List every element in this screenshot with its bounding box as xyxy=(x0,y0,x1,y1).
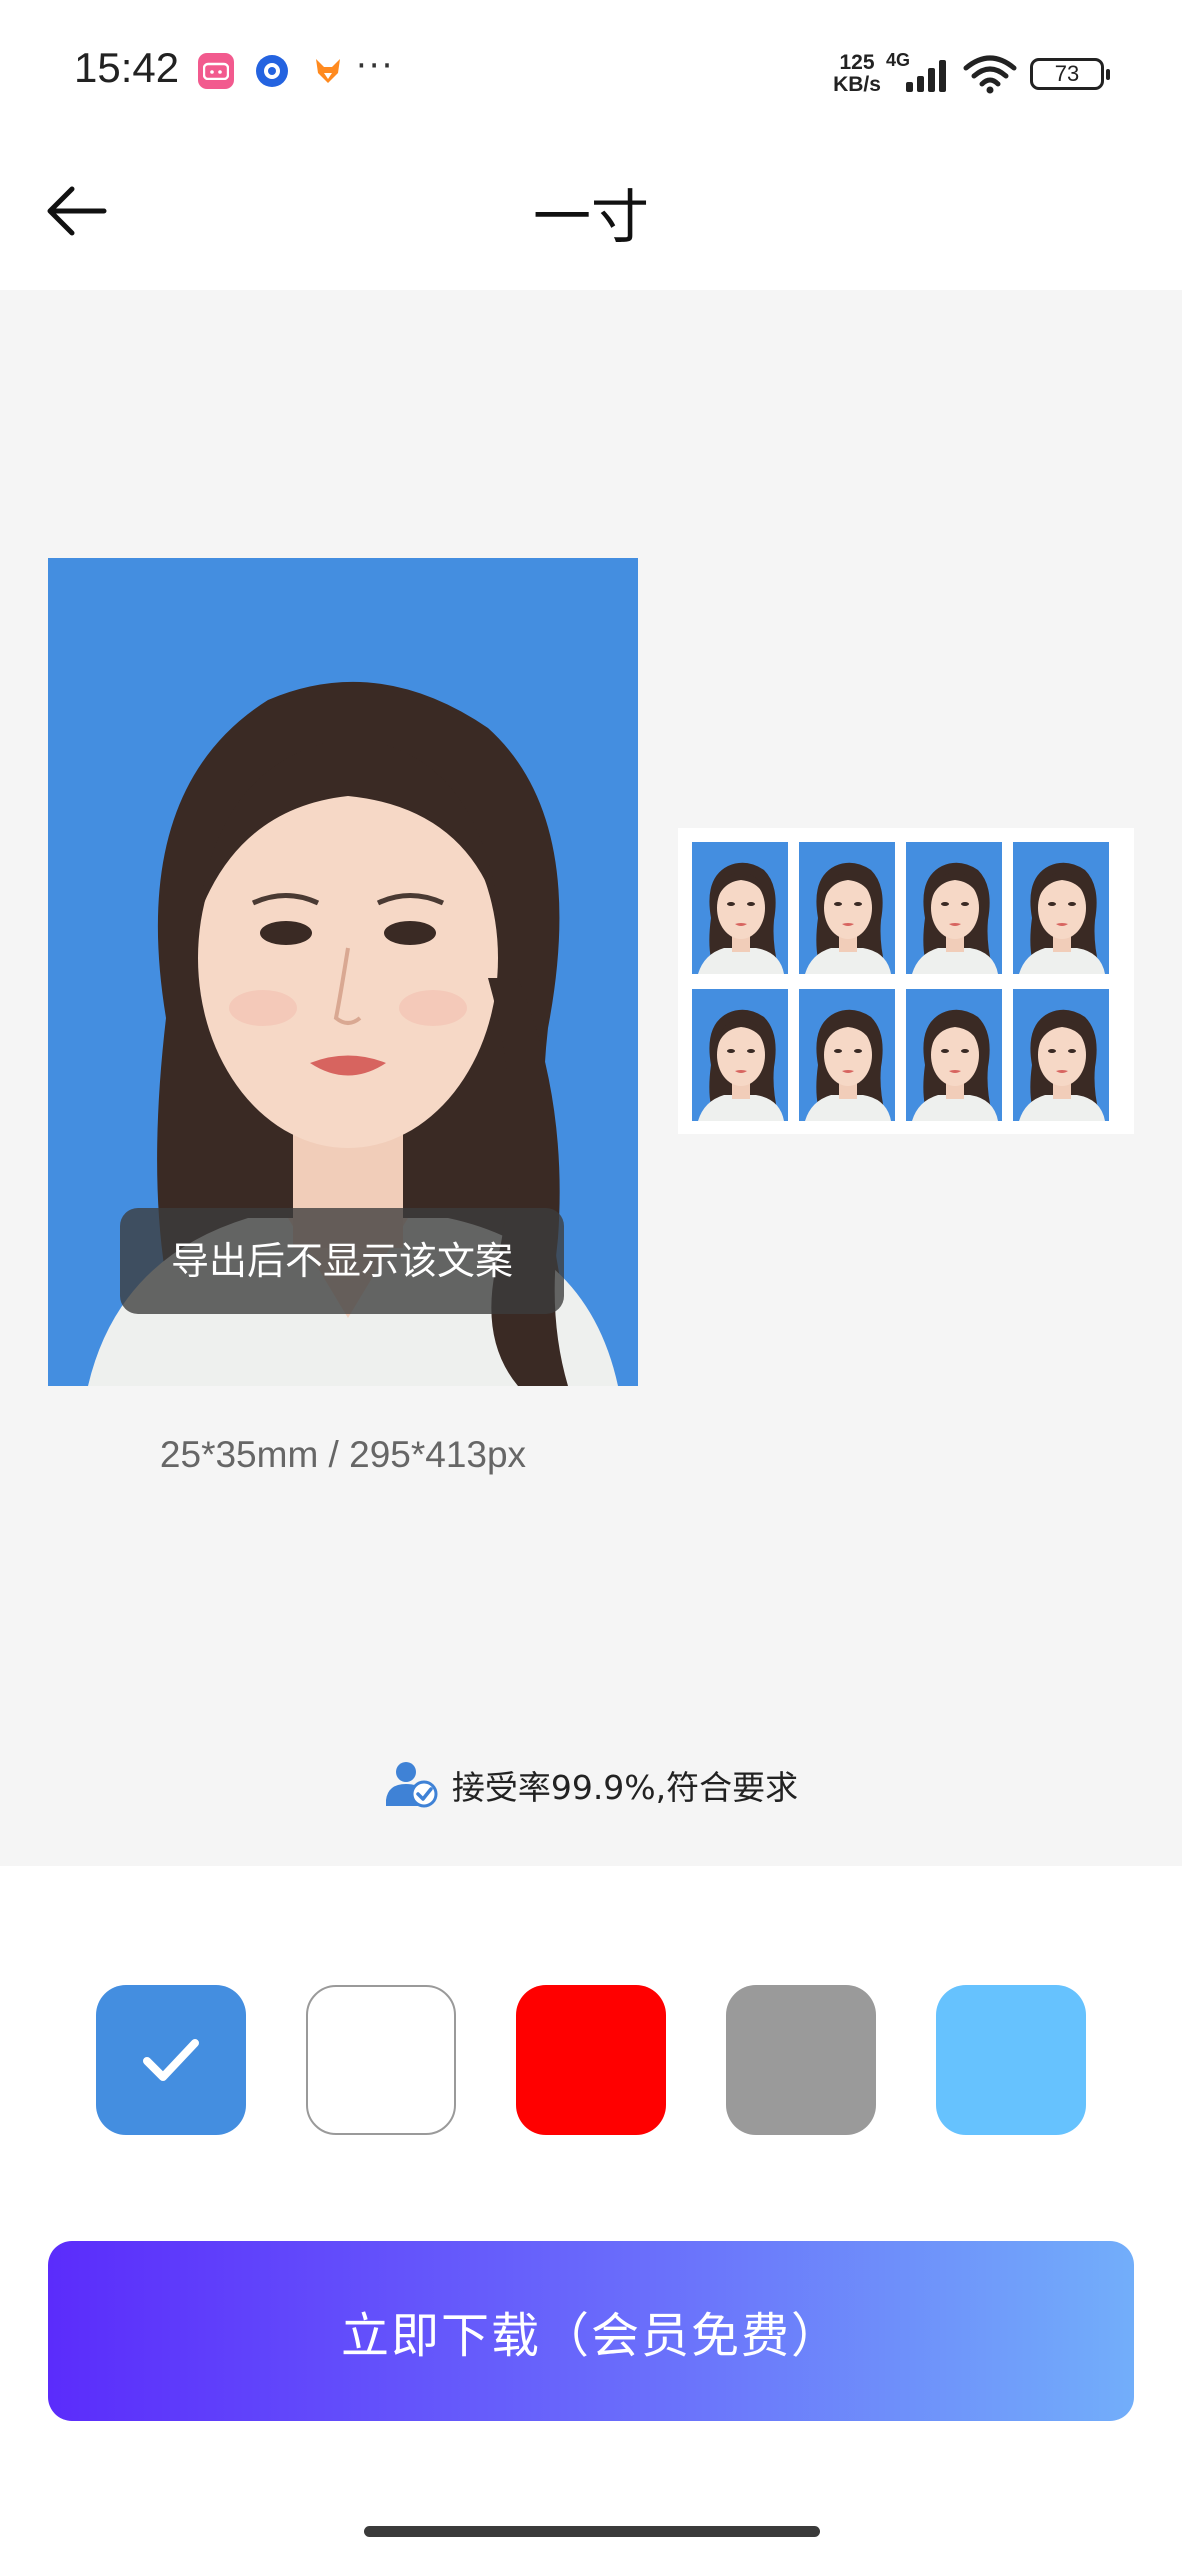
sheet-photo xyxy=(1013,989,1109,1121)
circle-app-icon xyxy=(256,55,288,87)
checkmark-icon xyxy=(143,2039,199,2081)
print-layout-sheet xyxy=(678,828,1134,1134)
status-bar: 15:42 ··· 125 KB/s 4G 73 xyxy=(0,0,1182,140)
sheet-photo xyxy=(799,842,895,974)
signal-icon xyxy=(906,60,946,92)
sheet-photo xyxy=(692,989,788,1121)
color-swatch-blue[interactable] xyxy=(96,1985,246,2135)
background-color-options xyxy=(0,1985,1182,2137)
id-photo-preview: 导出后不显示该文案 xyxy=(48,558,638,1386)
acceptance-rate: 接受率99.9%,符合要求 xyxy=(0,1760,1182,1820)
preview-area: 导出后不显示该文案 25*35mm / 295*413px 接受率99.9%,符… xyxy=(0,290,1182,1866)
sheet-photo xyxy=(1013,842,1109,974)
download-button[interactable]: 立即下载（会员免费） xyxy=(48,2241,1134,2421)
network-speed-unit: KB/s xyxy=(833,73,881,96)
color-swatch-light-blue[interactable] xyxy=(936,1985,1086,2135)
status-time: 15:42 xyxy=(74,44,180,91)
color-swatch-white[interactable] xyxy=(306,1985,456,2135)
bilibili-app-icon xyxy=(198,53,234,89)
acceptance-text: 接受率99.9%,符合要求 xyxy=(451,1768,799,1807)
nav-bar: 一寸 xyxy=(0,140,1182,290)
sheet-photo xyxy=(692,842,788,974)
screen: 15:42 ··· 125 KB/s 4G 73 一寸 导出后不显示该文案 25… xyxy=(0,0,1182,2560)
wifi-icon xyxy=(963,55,1017,94)
network-speed-value: 125 xyxy=(839,51,875,74)
fox-app-icon xyxy=(310,53,346,89)
photo-size-info: 25*35mm / 295*413px xyxy=(159,1434,527,1475)
battery-icon: 73 xyxy=(1030,58,1110,90)
sheet-photo xyxy=(906,989,1002,1121)
color-swatch-gray[interactable] xyxy=(726,1985,876,2135)
color-swatch-red[interactable] xyxy=(516,1985,666,2135)
sheet-photo xyxy=(799,989,895,1121)
battery-level: 73 xyxy=(1054,61,1080,86)
watermark-notice: 导出后不显示该文案 xyxy=(120,1208,564,1314)
network-speed: 125 KB/s xyxy=(828,52,886,96)
sheet-photo xyxy=(906,842,1002,974)
page-title: 一寸 xyxy=(532,183,649,251)
home-indicator[interactable] xyxy=(364,2526,820,2537)
certified-person-icon xyxy=(385,1762,438,1808)
more-notifications-icon: ··· xyxy=(356,46,395,86)
